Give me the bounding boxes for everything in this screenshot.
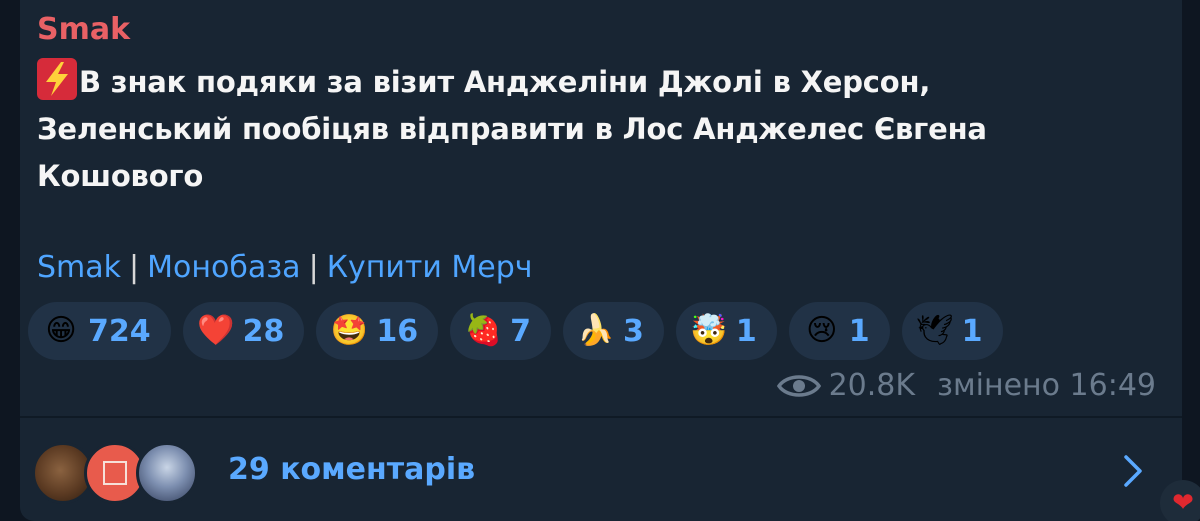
banana-icon: 🍌 bbox=[577, 313, 615, 348]
avatar-logo-icon bbox=[103, 461, 127, 485]
high-voltage-icon bbox=[37, 58, 77, 100]
reactions-bar: 😁 724 ❤️ 28 🤩 16 🍓 7 🍌 3 🤯 1 😢 1 🕊 1 bbox=[28, 302, 1003, 360]
reaction-heart[interactable]: ❤️ 28 bbox=[182, 302, 305, 360]
reaction-crying[interactable]: 😢 1 bbox=[788, 302, 890, 360]
grinning-face-icon: 😁 bbox=[45, 313, 77, 348]
exploding-head-icon: 🤯 bbox=[690, 313, 728, 348]
message-meta: 20.8K змінено 16:49 bbox=[776, 364, 1156, 408]
crying-face-icon: 😢 bbox=[806, 313, 838, 348]
reaction-exploding-head[interactable]: 🤯 1 bbox=[675, 302, 777, 360]
red-heart-icon: ❤️ bbox=[196, 313, 235, 348]
post-links: Smak | Монобаза | Купити Мерч bbox=[37, 246, 532, 290]
reaction-dove[interactable]: 🕊 1 bbox=[901, 302, 1003, 360]
link-smak[interactable]: Smak bbox=[37, 250, 121, 285]
reaction-count: 16 bbox=[376, 313, 419, 349]
link-monobaza[interactable]: Монобаза bbox=[147, 250, 300, 285]
link-buy-merch[interactable]: Купити Мерч bbox=[327, 250, 533, 285]
reaction-count: 28 bbox=[242, 313, 285, 349]
strawberry-icon: 🍓 bbox=[464, 313, 502, 348]
dove-icon: 🕊 bbox=[915, 313, 954, 348]
star-struck-icon: 🤩 bbox=[330, 313, 369, 348]
edited-timestamp: змінено 16:49 bbox=[937, 368, 1156, 403]
post-text-line-2: Зеленський пообіцяв відправити в Лос Анд… bbox=[37, 112, 987, 146]
heart-glyph: ❤ bbox=[1172, 488, 1194, 518]
reaction-star-struck[interactable]: 🤩 16 bbox=[316, 302, 439, 360]
reaction-grinning[interactable]: 😁 724 bbox=[28, 302, 171, 360]
reaction-count: 724 bbox=[88, 313, 151, 349]
link-separator: | bbox=[308, 250, 319, 285]
eye-icon bbox=[776, 375, 821, 397]
reaction-strawberry[interactable]: 🍓 7 bbox=[450, 302, 551, 360]
post-text-line-1: В знак подяки за візит Анджеліни Джолі в… bbox=[79, 65, 931, 99]
comments-button[interactable]: 29 коментарів bbox=[20, 418, 1182, 521]
reaction-count: 3 bbox=[623, 313, 644, 349]
link-separator: | bbox=[129, 250, 140, 285]
heart-icon[interactable]: ❤ bbox=[1160, 480, 1200, 521]
reaction-count: 1 bbox=[848, 313, 870, 349]
comments-count-label: 29 коментарів bbox=[228, 452, 476, 487]
post-text-line-3: Кошового bbox=[37, 159, 204, 193]
chevron-right-icon bbox=[1124, 455, 1142, 487]
reaction-count: 7 bbox=[510, 313, 531, 349]
reaction-count: 1 bbox=[735, 313, 757, 349]
view-count: 20.8K bbox=[828, 368, 916, 403]
channel-name[interactable]: Smak bbox=[37, 10, 130, 50]
avatar bbox=[136, 442, 198, 504]
post-text: В знак подяки за візит Анджеліни Джолі в… bbox=[37, 58, 1157, 200]
reaction-banana[interactable]: 🍌 3 bbox=[563, 302, 664, 360]
reaction-count: 1 bbox=[961, 313, 983, 349]
